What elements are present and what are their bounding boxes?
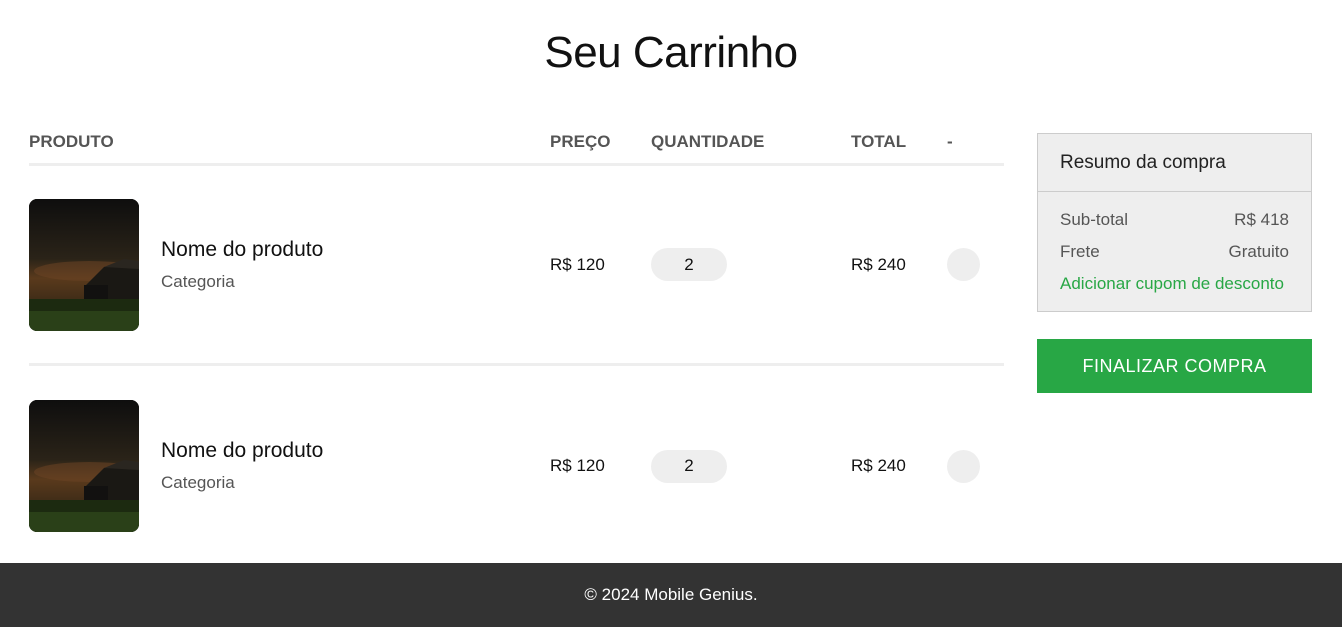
product-price: R$ 120 [550,254,605,274]
barn-night-photo-icon [29,400,139,532]
shipping-label: Frete [1060,242,1100,261]
footer: © 2024 Mobile Genius. [0,563,1342,627]
product-category: Categoria [161,473,235,492]
remove-item-button[interactable] [947,449,980,483]
cart-item-row: Nome do produto Categoria R$ 120 R$ 240 [29,166,1004,366]
cart-header: PRODUTO PREÇO QUANTIDADE TOTAL - [29,120,1004,166]
quantity-input[interactable] [651,248,727,281]
header-price: PREÇO [550,131,611,151]
shipping-value: Gratuito [1228,242,1289,261]
header-remove: - [947,131,953,151]
add-coupon-link[interactable]: Adicionar cupom de desconto [1060,269,1289,299]
remove-item-button[interactable] [947,248,980,281]
subtotal-line: Sub-total R$ 418 [1060,204,1289,236]
product-total: R$ 240 [851,456,906,475]
product-cell: Nome do produto Categoria [29,400,550,532]
header-product: PRODUTO [29,131,114,151]
product-name: Nome do produto [161,237,324,261]
header-quantity: QUANTIDADE [651,131,765,151]
page-title: Seu Carrinho [544,28,798,77]
quantity-input[interactable] [651,449,727,483]
shipping-line: Frete Gratuito [1060,236,1289,268]
product-image [29,400,139,532]
barn-night-photo-icon [29,198,139,331]
subtotal-label: Sub-total [1060,210,1129,229]
subtotal-value: R$ 418 [1234,210,1289,229]
order-summary: Resumo da compra Sub-total R$ 418 Frete … [1037,133,1312,312]
checkout-button[interactable]: FINALIZAR COMPRA [1037,339,1312,393]
summary-title: Resumo da compra [1038,134,1311,192]
product-price: R$ 120 [550,456,605,475]
cart-item-row: Nome do produto Categoria R$ 120 R$ 240 [29,366,1004,566]
cart-table: PRODUTO PREÇO QUANTIDADE TOTAL - Nome do… [29,120,1004,566]
footer-copyright: © 2024 Mobile Genius. [584,585,758,604]
header-total: TOTAL [851,131,907,151]
product-image [29,198,139,331]
product-category: Categoria [161,271,235,291]
product-total: R$ 240 [851,254,906,274]
product-name: Nome do produto [161,439,324,462]
product-cell: Nome do produto Categoria [29,198,550,331]
